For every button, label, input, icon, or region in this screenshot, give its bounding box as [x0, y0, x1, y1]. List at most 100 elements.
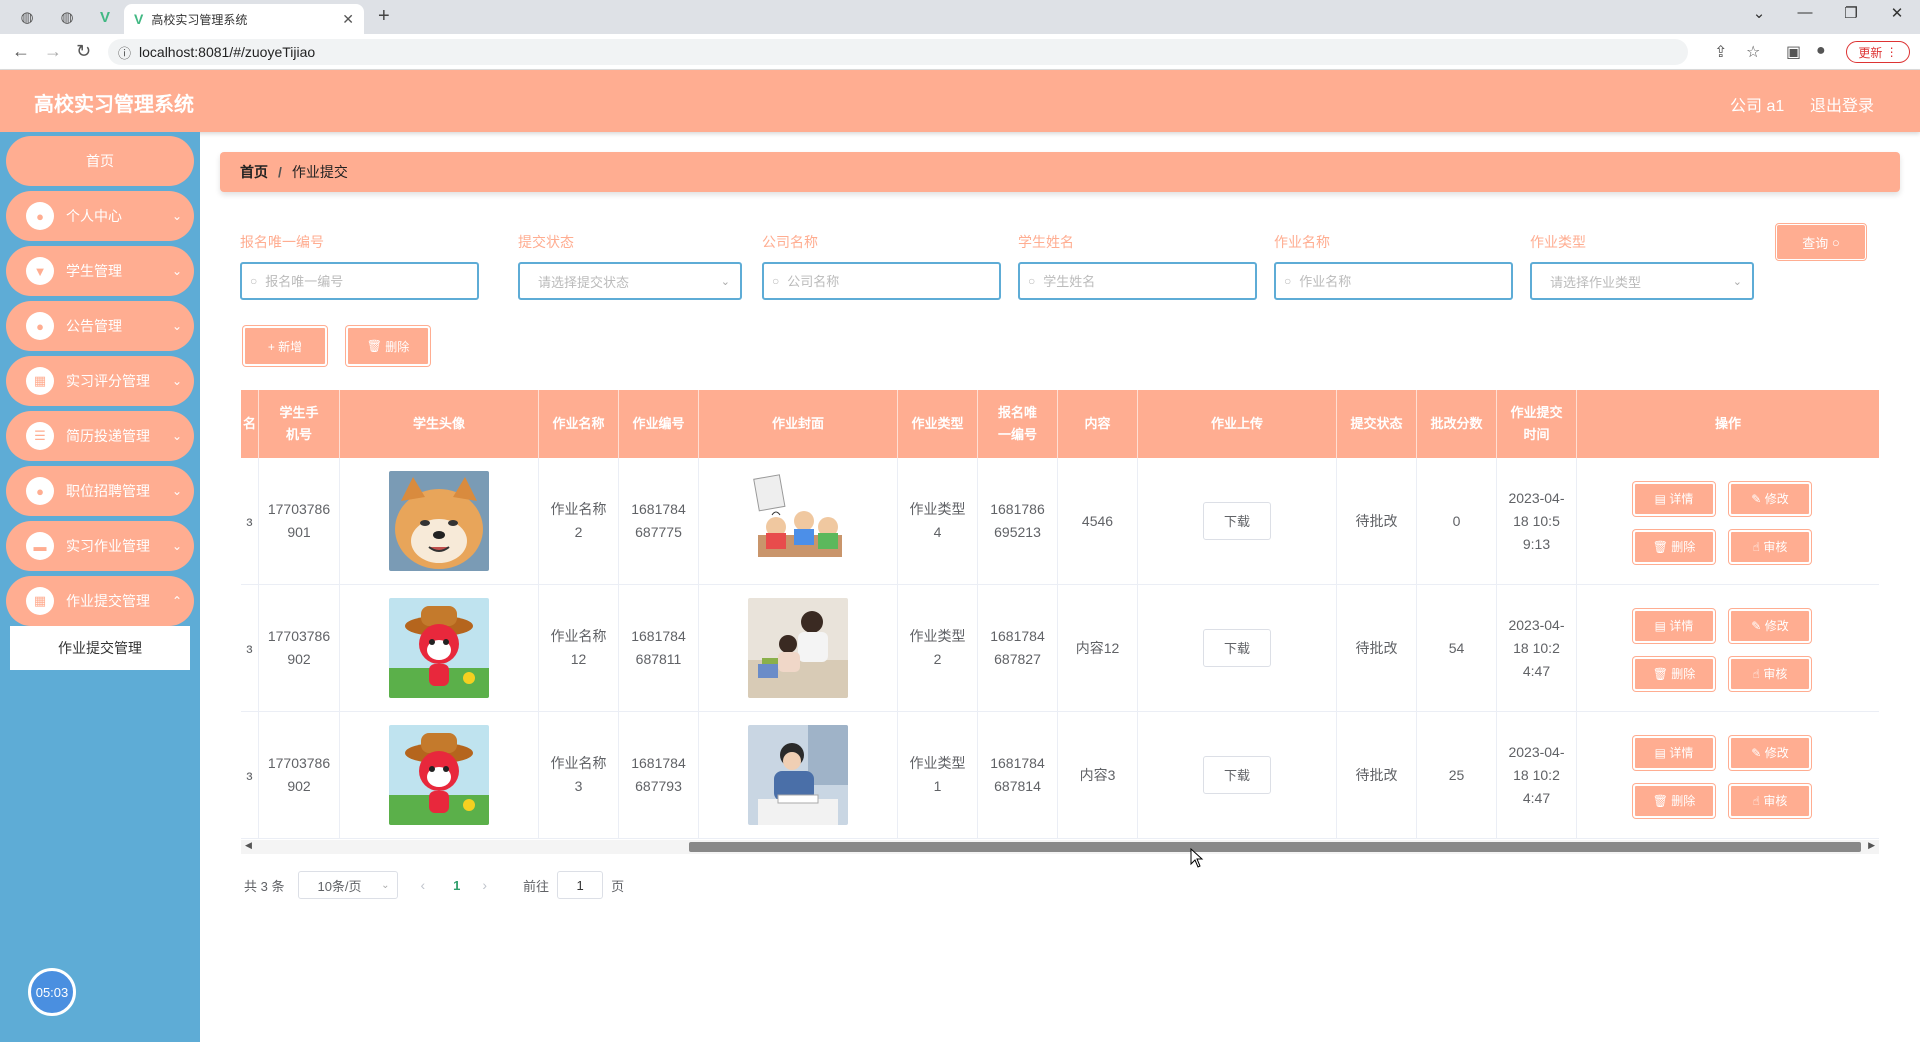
cell-score: 0 — [1417, 458, 1497, 584]
profile-icon[interactable]: ● — [1816, 42, 1826, 60]
download-button[interactable]: 下载 — [1203, 756, 1271, 794]
share-icon[interactable]: ⇪ — [1714, 42, 1727, 62]
page-size-select[interactable]: 10条/页 ⌄ — [298, 871, 399, 899]
next-page-button[interactable]: › — [482, 877, 487, 893]
cell-avatar — [340, 712, 539, 838]
list-icon: ☰ — [26, 422, 54, 450]
trash-icon: 🗑 — [1652, 666, 1668, 681]
homework-name-input[interactable]: ○ — [1274, 262, 1513, 300]
review-button[interactable]: ☝ 审核 — [1729, 657, 1811, 691]
table-horizontal-scrollbar[interactable]: ◀ ▶ — [241, 840, 1879, 854]
review-button[interactable]: ☝ 审核 — [1729, 530, 1811, 564]
column-header-content: 内容 — [1058, 390, 1138, 458]
prev-page-button[interactable]: ‹ — [420, 877, 425, 893]
student-name-field[interactable] — [1043, 273, 1204, 289]
pencil-icon: ✎ — [1751, 491, 1762, 506]
review-button[interactable]: ☝ 审核 — [1729, 784, 1811, 818]
search-icon: ○ — [1028, 274, 1036, 288]
enroll-no-input[interactable]: ○ — [240, 262, 479, 300]
column-header-avatar: 学生头像 — [340, 390, 539, 458]
sidepanel-icon[interactable]: ▣ — [1786, 42, 1801, 62]
update-button[interactable]: 更新 ⋮ — [1846, 41, 1910, 63]
chevron-down-icon[interactable]: ⌄ — [1736, 4, 1782, 22]
cell-cover — [699, 585, 898, 711]
forward-icon[interactable]: → — [44, 41, 62, 62]
browser-tab-active[interactable]: V 高校实习管理系统 ✕ — [124, 4, 364, 34]
globe-icon[interactable]: ◍ — [12, 6, 42, 28]
info-icon[interactable]: ⓘ — [118, 43, 131, 62]
reload-icon[interactable]: ↻ — [76, 41, 91, 62]
edit-button[interactable]: ✎ 修改 — [1729, 609, 1811, 643]
delete-button[interactable]: 🗑 删除 — [1633, 530, 1715, 564]
sidebar-item-personal-center[interactable]: ● 个人中心 ⌄ — [6, 191, 194, 241]
company-name-input[interactable]: ○ — [762, 262, 1001, 300]
query-button[interactable]: 查询 ○ — [1775, 223, 1867, 261]
back-icon[interactable]: ← — [12, 41, 30, 62]
student-name-input[interactable]: ○ — [1018, 262, 1257, 300]
label-submit-status: 提交状态 — [518, 234, 574, 250]
globe-icon[interactable]: ◍ — [52, 6, 82, 28]
delete-button[interactable]: 🗑 删除 — [1633, 657, 1715, 691]
minimize-icon[interactable]: — — [1782, 4, 1828, 21]
cell-score: 54 — [1417, 585, 1497, 711]
cell-status: 待批改 — [1337, 712, 1417, 838]
homework-name-field[interactable] — [1299, 273, 1460, 289]
sidebar-item-resume[interactable]: ☰ 简历投递管理 ⌄ — [6, 411, 194, 461]
url-field[interactable]: ⓘ localhost:8081/#/zuoyeTijiao — [108, 39, 1688, 65]
column-header-upload: 作业上传 — [1138, 390, 1337, 458]
page-number[interactable]: 1 — [453, 878, 460, 893]
batch-delete-button[interactable]: 🗑 删除 — [346, 326, 430, 366]
homework-type-select[interactable]: 请选择作业类型 ⌄ — [1530, 262, 1754, 300]
sidebar: 首页 ● 个人中心 ⌄ ▼ 学生管理 ⌄ ● 公告管理 ⌄ ▦ 实习评分管理 ⌄… — [0, 132, 200, 1042]
vue-logo-icon[interactable]: V — [90, 6, 120, 28]
edit-button[interactable]: ✎ 修改 — [1729, 736, 1811, 770]
logout-link[interactable]: 退出登录 — [1810, 92, 1874, 116]
badge-icon: ▼ — [26, 257, 54, 285]
sidebar-item-students[interactable]: ▼ 学生管理 ⌄ — [6, 246, 194, 296]
cell-cover — [699, 712, 898, 838]
enroll-no-field[interactable] — [265, 273, 426, 289]
detail-button[interactable]: ▤ 详情 — [1633, 736, 1715, 770]
star-icon[interactable]: ☆ — [1746, 42, 1760, 62]
scroll-left-icon[interactable]: ◀ — [245, 840, 252, 851]
thumb-icon: ☝ — [1752, 539, 1760, 554]
data-table: 名 学生手机号 学生头像 作业名称 作业编号 作业封面 作业类型 报名唯一编号 … — [241, 390, 1879, 842]
scroll-right-icon[interactable]: ▶ — [1868, 840, 1875, 851]
column-header-time: 作业提交时间 — [1497, 390, 1577, 458]
download-button[interactable]: 下载 — [1203, 502, 1271, 540]
download-button[interactable]: 下载 — [1203, 629, 1271, 667]
sidebar-item-home[interactable]: 首页 — [6, 136, 194, 186]
goto-page-input[interactable]: 1 — [557, 871, 604, 899]
sidebar-item-homework-submit[interactable]: ▦ 作业提交管理 ⌃ — [6, 576, 194, 626]
column-header-score: 批改分数 — [1417, 390, 1497, 458]
vue-logo-icon: V — [134, 11, 144, 27]
sidebar-item-internship-score[interactable]: ▦ 实习评分管理 ⌄ — [6, 356, 194, 406]
document-icon: ▤ — [1654, 618, 1666, 633]
detail-button[interactable]: ▤ 详情 — [1633, 609, 1715, 643]
breadcrumb-home[interactable]: 首页 — [240, 162, 268, 182]
sidebar-item-homework[interactable]: ▬ 实习作业管理 ⌄ — [6, 521, 194, 571]
sidebar-item-jobs[interactable]: ● 职位招聘管理 ⌄ — [6, 466, 194, 516]
search-icon: ○ — [1831, 234, 1840, 250]
edit-button[interactable]: ✎ 修改 — [1729, 482, 1811, 516]
sidebar-item-notices[interactable]: ● 公告管理 ⌄ — [6, 301, 194, 351]
cell-upload: 下载 — [1138, 585, 1337, 711]
column-header-cover: 作业封面 — [699, 390, 898, 458]
current-user: 公司 a1 — [1730, 98, 1785, 115]
detail-button[interactable]: ▤ 详情 — [1633, 482, 1715, 516]
delete-button[interactable]: 🗑 删除 — [1633, 784, 1715, 818]
add-button[interactable]: + 新增 — [243, 326, 327, 366]
restore-icon[interactable]: ❐ — [1828, 4, 1874, 22]
company-name-field[interactable] — [787, 273, 948, 289]
cell-hw-no: 1681784687793 — [619, 712, 699, 838]
window-close-icon[interactable]: ✕ — [1874, 4, 1920, 22]
submit-status-select[interactable]: 请选择提交状态 ⌄ — [518, 262, 742, 300]
cell-upload: 下载 — [1138, 712, 1337, 838]
browser-tabbar: ◍ ◍ V V 高校实习管理系统 ✕ + ⌄ — ❐ ✕ — [0, 0, 1920, 34]
submenu-homework-submit-manage[interactable]: 作业提交管理 — [10, 626, 190, 670]
pin-icon: ● — [26, 312, 54, 340]
cell-avatar — [340, 585, 539, 711]
scrollbar-thumb[interactable] — [689, 842, 1861, 852]
close-icon[interactable]: ✕ — [342, 11, 354, 28]
new-tab-icon[interactable]: + — [378, 5, 390, 28]
